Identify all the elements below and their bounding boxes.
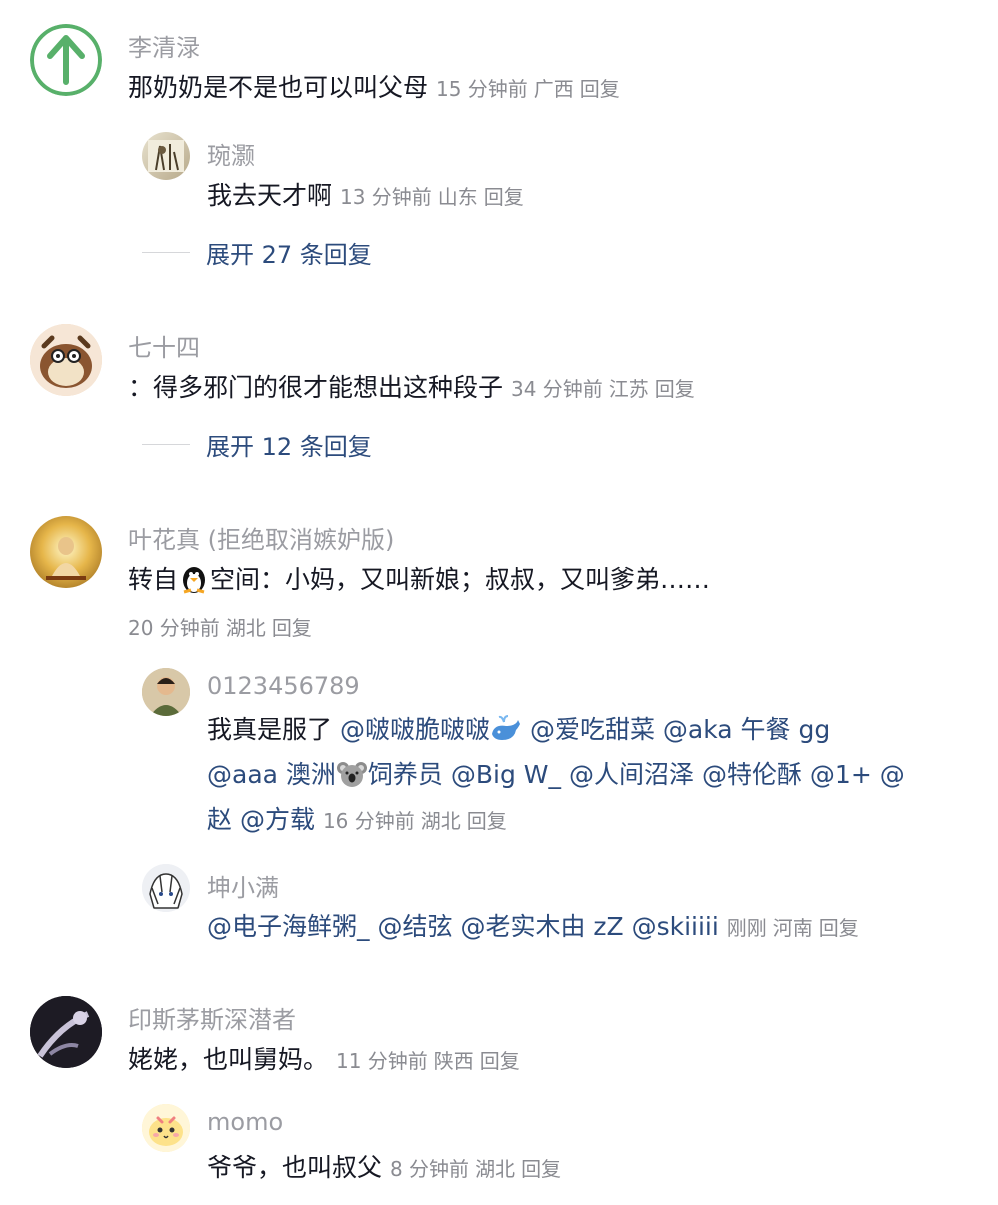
comment-time: 20 分钟前 [128,616,220,640]
mention-link[interactable]: @人间沼泽 [569,760,694,789]
mention-link[interactable]: @爱吃甜菜 [530,715,655,744]
expand-replies-button[interactable]: 展开 12 条回复 [142,424,372,464]
comment-time: 34 分钟前 [510,377,603,401]
reply-text-line: 赵 @方载 16 分钟前 湖北 回复 [207,798,513,843]
comment-username[interactable]: 叶花真 (拒绝取消嫉妒版) [128,520,394,555]
avatar[interactable] [142,864,190,912]
koala-icon [336,762,367,787]
avatar-image [142,864,190,912]
expand-replies-label[interactable]: 展开 12 条回复 [206,427,372,462]
reply-username[interactable]: 0123456789 [207,672,360,700]
reply-meta: 16 分钟前 湖北 回复 [323,809,513,833]
reply-time: 16 分钟前 [322,809,415,833]
comment-region: 广西 [533,77,574,101]
comment-text: 姥姥，也叫舅妈。 11 分钟前 陕西 回复 [128,1038,526,1083]
reply-button[interactable]: 回复 [580,77,620,101]
reply-body: 爷爷，也叫叔父 [207,1153,383,1182]
comment-time: 15 分钟前 [435,77,528,101]
reply-region: 山东 [437,185,478,209]
avatar[interactable] [142,132,190,180]
reply-button[interactable]: 回复 [484,185,524,209]
reply-meta: 刚刚 河南 回复 [727,916,865,940]
mention-link[interactable]: @skiiiii [632,912,719,941]
mention-link[interactable]: 饲养员 [368,760,443,789]
mention-link[interactable]: @特伦酥 [702,760,802,789]
reply-username[interactable]: momo [207,1108,283,1136]
comment-body: 那奶奶是不是也可以叫父母 [128,73,429,102]
reply-meta: 8 分钟前 湖北 回复 [390,1157,567,1181]
avatar[interactable] [30,516,102,588]
reply-text-line: @aaa 澳洲 饲养员 @Big W_ @人间沼泽 @特伦酥 @1+ @ [207,753,905,797]
comment-body-prefix: 转自 [128,565,179,594]
avatar-image [148,140,184,172]
penguin-icon [183,567,206,594]
avatar-image [30,996,102,1068]
mention-link[interactable]: @1+ [810,760,872,789]
whale-icon [491,715,520,740]
mention-link[interactable]: @Big W_ [451,760,561,789]
reply-time: 刚刚 [726,916,767,940]
comment-meta: 11 分钟前 陕西 回复 [336,1049,526,1073]
arrow-up-icon [30,24,102,96]
avatar[interactable] [30,996,102,1068]
mention-link[interactable]: @啵啵脆啵啵 [340,715,490,744]
reply-button[interactable]: 回复 [819,916,859,940]
reply-text: @电子海鲜粥_ @结弦 @老实木由 zZ @skiiiii 刚刚 河南 回复 [207,905,865,950]
reply-button[interactable]: 回复 [467,809,507,833]
comment-body: 空间：小妈，又叫新娘；叔叔，又叫爹弟…… [210,565,711,594]
mention-link[interactable]: @ [880,760,905,789]
reply-region: 河南 [772,916,813,940]
mention-link[interactable]: @aka 午餐 gg [663,715,830,744]
expand-replies-label[interactable]: 展开 27 条回复 [206,235,372,270]
avatar-image [142,1104,190,1152]
comment-region: 湖北 [225,616,266,640]
reply-button[interactable]: 回复 [480,1049,520,1073]
reply-body: 我真是服了 [207,715,333,744]
reply-button[interactable]: 回复 [655,377,695,401]
comment-meta: 34 分钟前 江苏 回复 [511,377,701,401]
reply-button[interactable]: 回复 [272,616,312,640]
divider-line [142,251,190,253]
comment-username[interactable]: 李清渌 [128,28,200,63]
reply-text: 爷爷，也叫叔父 8 分钟前 湖北 回复 [207,1146,567,1191]
comment-text: ：得多邪门的很才能想出这种段子 34 分钟前 江苏 回复 [128,366,701,411]
avatar[interactable] [142,1104,190,1152]
reply-username[interactable]: 琬灏 [207,136,255,171]
avatar-image [142,668,190,716]
reply-button[interactable]: 回复 [521,1157,561,1181]
avatar-image [30,324,102,396]
avatar[interactable] [30,324,102,396]
comment-meta: 20 分钟前 湖北 回复 [128,612,318,641]
comment-region: 陕西 [433,1049,474,1073]
mention-link[interactable]: @老实木由 zZ [460,912,623,941]
comment-text: 那奶奶是不是也可以叫父母 15 分钟前 广西 回复 [128,66,626,111]
comment-text: 转自 空间：小妈，又叫新娘；叔叔，又叫爹弟…… [128,558,710,602]
comment-username[interactable]: 七十四 [128,328,200,363]
mention-link[interactable]: @方载 [240,805,315,834]
avatar-image [46,537,86,580]
comment-region: 江苏 [608,377,649,401]
comment-body: 姥姥，也叫舅妈。 [128,1045,329,1074]
comment-meta: 15 分钟前 广西 回复 [436,77,626,101]
reply-region: 湖北 [475,1157,516,1181]
mention-link[interactable]: @aaa 澳洲 [207,760,336,789]
reply-region: 湖北 [420,809,461,833]
reply-time: 13 分钟前 [339,185,432,209]
mention-link[interactable]: 赵 [207,805,232,834]
reply-text: 我真是服了 @啵啵脆啵啵 @爱吃甜菜 @aka 午餐 gg [207,708,830,752]
reply-meta: 13 分钟前 山东 回复 [340,185,530,209]
reply-time: 8 分钟前 [389,1157,470,1181]
comment-username[interactable]: 印斯茅斯深潜者 [128,1000,296,1035]
reply-body: 我去天才啊 [207,181,333,210]
avatar[interactable] [30,24,102,96]
reply-text: 我去天才啊 13 分钟前 山东 回复 [207,174,530,219]
avatar[interactable] [142,668,190,716]
divider-line [142,443,190,445]
mention-link[interactable]: @结弦 [377,912,452,941]
comment-body: ：得多邪门的很才能想出这种段子 [128,373,504,402]
expand-replies-button[interactable]: 展开 27 条回复 [142,232,372,272]
comment-time: 11 分钟前 [335,1049,428,1073]
mention-link[interactable]: @电子海鲜粥_ [207,912,370,941]
reply-username[interactable]: 坤小满 [207,868,279,903]
